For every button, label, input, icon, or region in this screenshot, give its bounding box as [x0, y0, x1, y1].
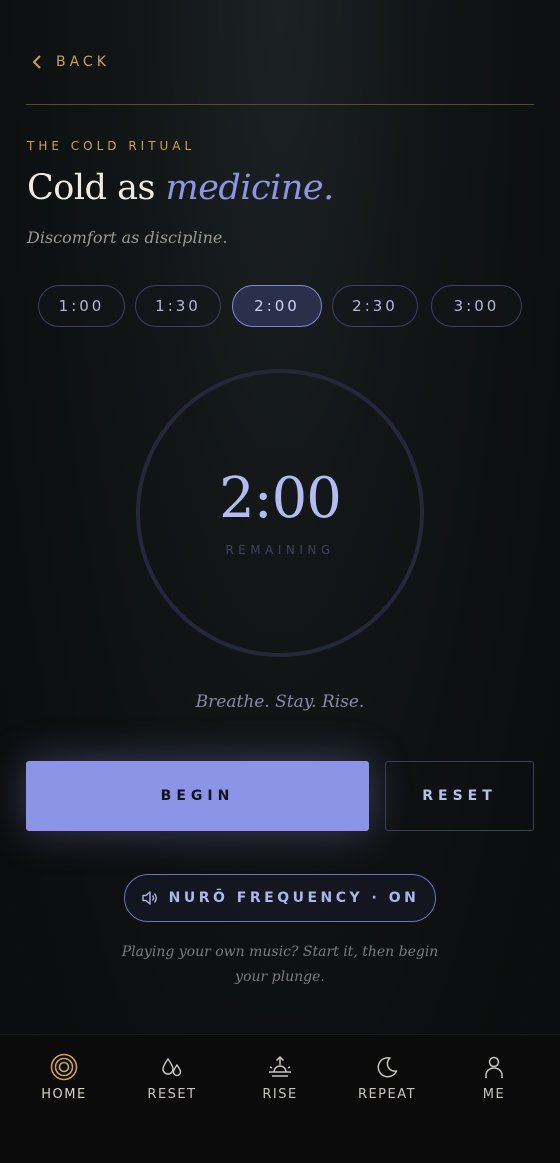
tab-label-me: ME — [482, 1087, 506, 1102]
bottom-tab-bar: HOME RESET RISE REPEAT ME — [0, 1034, 560, 1163]
speaker-icon — [141, 891, 157, 905]
duration-option-1-30[interactable]: 1:30 — [135, 285, 221, 327]
tab-label-rise: RISE — [262, 1087, 298, 1102]
duration-selector: 1:00 1:30 2:00 2:30 3:00 — [0, 285, 560, 327]
duration-option-2-00[interactable]: 2:00 — [232, 285, 322, 327]
tab-label-reset: RESET — [147, 1087, 197, 1102]
duration-option-2-30[interactable]: 2:30 — [332, 285, 418, 327]
concentric-circles-icon — [50, 1053, 78, 1081]
sunrise-icon — [269, 1055, 291, 1077]
section-eyebrow: THE COLD RITUAL — [27, 139, 196, 153]
timer-remaining-label: REMAINING — [225, 543, 335, 557]
mantra-text: Breathe. Stay. Rise. — [195, 692, 365, 712]
reset-button[interactable]: RESET — [385, 761, 534, 831]
duration-option-1-00[interactable]: 1:00 — [38, 285, 125, 327]
duration-option-3-00[interactable]: 3:00 — [431, 285, 522, 327]
tab-label-repeat: REPEAT — [357, 1087, 417, 1102]
begin-button[interactable]: BEGIN — [26, 761, 369, 831]
header-divider — [26, 104, 534, 105]
tab-me[interactable]: ME — [444, 1053, 544, 1102]
tab-home[interactable]: HOME — [14, 1053, 114, 1102]
droplets-icon — [162, 1057, 182, 1077]
frequency-label: NURŌ FREQUENCY · ON — [168, 890, 420, 906]
chevron-left-icon — [32, 55, 41, 69]
moon-icon — [377, 1056, 398, 1078]
back-button[interactable]: BACK — [30, 54, 110, 70]
timer-display: 2:00 — [219, 466, 342, 531]
tab-repeat[interactable]: REPEAT — [337, 1053, 437, 1102]
music-note: Playing your own music? Start it, then b… — [121, 944, 439, 985]
title-emphasis: medicine. — [165, 168, 335, 208]
tab-label-home: HOME — [41, 1087, 87, 1102]
title-plain: Cold as — [27, 168, 166, 208]
back-label: BACK — [56, 54, 110, 70]
page-subtitle: Discomfort as discipline. — [27, 228, 228, 247]
person-icon — [485, 1056, 503, 1078]
tab-reset[interactable]: RESET — [122, 1053, 222, 1102]
page-title: Cold as medicine. — [27, 168, 334, 208]
frequency-toggle[interactable]: NURŌ FREQUENCY · ON — [124, 874, 436, 922]
tab-rise[interactable]: RISE — [230, 1053, 330, 1102]
